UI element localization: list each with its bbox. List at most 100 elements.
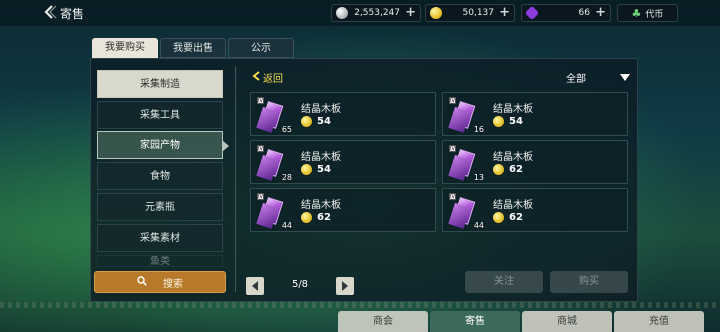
dropdown-arrow-icon [620,74,630,81]
price-value: 54 [317,164,331,175]
page-title: 寄售 [60,7,85,21]
item-price: 62 [301,212,331,223]
return-label: 返回 [263,74,283,85]
tab-buy[interactable]: 我要购买 [92,38,158,58]
add-gold-button[interactable]: + [499,6,510,19]
item-quantity: 16 [473,125,484,134]
price-value: 62 [509,212,523,223]
price-value: 62 [509,164,523,175]
item-icon-slot: IV 65 [254,95,294,135]
crystal-plank-icon [452,101,476,129]
item-card[interactable]: IV 16 结晶木板 54 [442,92,628,136]
gold-coin-icon [301,116,312,127]
item-quantity: 28 [281,173,292,182]
gold-currency: 50,137 + [425,4,515,22]
nav-chamber-of-commerce[interactable]: 商会 [338,311,428,332]
item-quantity: 44 [281,221,292,230]
nav-recharge[interactable]: 充值 [614,311,704,332]
gold-coin-icon [493,116,504,127]
chevron-left-icon [252,71,261,84]
item-card[interactable]: IV 28 结晶木板 54 [250,140,436,184]
category-fish[interactable]: 鱼类 [97,255,223,267]
item-icon-slot: IV 16 [446,95,486,135]
clover-icon: ♣ [631,6,642,20]
item-card[interactable]: IV 13 结晶木板 62 [442,140,628,184]
gold-coin-icon [301,164,312,175]
tier-badge: IV [449,97,456,104]
page-indicator: 5/8 [291,279,309,290]
item-price: 62 [493,212,523,223]
filter-dropdown[interactable]: 全部 [566,70,630,85]
next-page-button[interactable] [336,277,354,295]
token-label: 代币 [645,9,664,20]
crystal-plank-icon [260,149,284,177]
silver-currency: 2,553,247 + [331,4,421,22]
item-quantity: 13 [473,173,484,182]
search-icon [137,275,147,289]
item-price: 54 [301,116,331,127]
gold-coin-icon [301,212,312,223]
price-value: 62 [317,212,331,223]
item-quantity: 65 [281,125,292,134]
gem-currency: 66 + [521,4,611,22]
tier-badge: IV [257,145,264,152]
category-gathering-materials[interactable]: 采集素材 [97,224,223,252]
item-price: 54 [301,164,331,175]
item-icon-slot: IV 44 [254,191,294,231]
item-name: 结晶木板 [493,104,533,115]
tab-announcement[interactable]: 公示 [228,38,294,58]
prev-page-button[interactable] [246,277,264,295]
item-name: 结晶木板 [301,104,341,115]
token-button[interactable]: ♣ 代币 [617,4,678,22]
item-name: 结晶木板 [493,152,533,163]
item-price: 62 [493,164,523,175]
nav-consignment[interactable]: 寄售 [430,311,520,332]
crystal-plank-icon [260,101,284,129]
decorative-border [0,302,720,308]
item-icon-slot: IV 28 [254,143,294,183]
buy-button[interactable]: 购买 [550,271,628,293]
add-gem-button[interactable]: + [595,6,606,19]
crystal-plank-icon [452,149,476,177]
item-price: 54 [493,116,523,127]
add-silver-button[interactable]: + [405,6,416,19]
tier-badge: IV [449,145,456,152]
item-name: 结晶木板 [493,200,533,211]
category-home-products[interactable]: 家园产物 [97,131,229,159]
gold-coin-icon [493,164,504,175]
arrow-left-icon [252,281,258,291]
item-icon-slot: IV 13 [446,143,486,183]
price-value: 54 [509,116,523,127]
tier-badge: IV [449,193,456,200]
tier-badge: IV [257,97,264,104]
tier-badge: IV [257,193,264,200]
tab-sell[interactable]: 我要出售 [160,38,226,58]
return-link[interactable]: 返回 [252,70,283,85]
gold-coin-icon [430,7,442,19]
item-icon-slot: IV 44 [446,191,486,231]
item-quantity: 44 [473,221,484,230]
category-food[interactable]: 食物 [97,162,223,190]
filter-label: 全部 [566,74,586,85]
crystal-plank-icon [452,197,476,225]
gold-coin-icon [493,212,504,223]
back-arrow-icon[interactable] [42,4,58,20]
item-card[interactable]: IV 65 结晶木板 54 [250,92,436,136]
bottom-nav: 商会 寄售 商城 充值 [338,311,720,332]
category-header-gathering-crafting[interactable]: 采集制造 [97,70,223,98]
item-card[interactable]: IV 44 结晶木板 62 [250,188,436,232]
crystal-plank-icon [260,197,284,225]
category-element-bottle[interactable]: 元素瓶 [97,193,223,221]
arrow-right-icon [342,281,348,291]
silver-coin-icon [336,7,348,19]
price-value: 54 [317,116,331,127]
divider [235,66,236,292]
search-label: 搜索 [163,278,183,290]
follow-button[interactable]: 关注 [465,271,543,293]
category-gathering-tools[interactable]: 采集工具 [97,101,223,129]
item-card[interactable]: IV 44 结晶木板 62 [442,188,628,232]
item-name: 结晶木板 [301,200,341,211]
search-button[interactable]: 搜索 [94,271,226,293]
item-name: 结晶木板 [301,152,341,163]
nav-mall[interactable]: 商城 [522,311,612,332]
